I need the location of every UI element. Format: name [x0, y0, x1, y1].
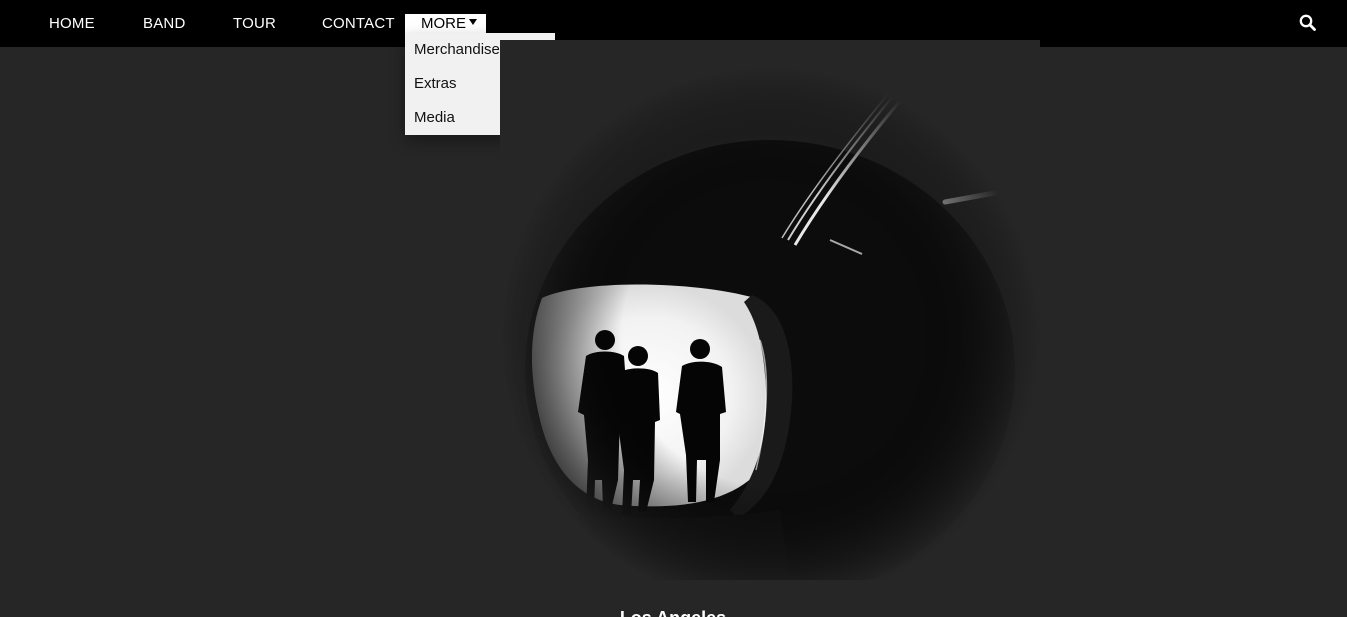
- nav-tour[interactable]: TOUR: [233, 14, 276, 34]
- nav-contact[interactable]: CONTACT: [322, 14, 395, 34]
- search-button[interactable]: [1296, 11, 1318, 33]
- nav-more-button[interactable]: MORE: [405, 14, 486, 33]
- hero-image: [500, 40, 1040, 600]
- caret-down-icon: [469, 19, 477, 26]
- nav-more-label: MORE: [421, 15, 466, 32]
- nav-home[interactable]: HOME: [49, 14, 95, 34]
- search-icon: [1299, 14, 1316, 31]
- hero-caption: Los Angeles: [573, 606, 773, 617]
- nav-band[interactable]: BAND: [143, 14, 185, 34]
